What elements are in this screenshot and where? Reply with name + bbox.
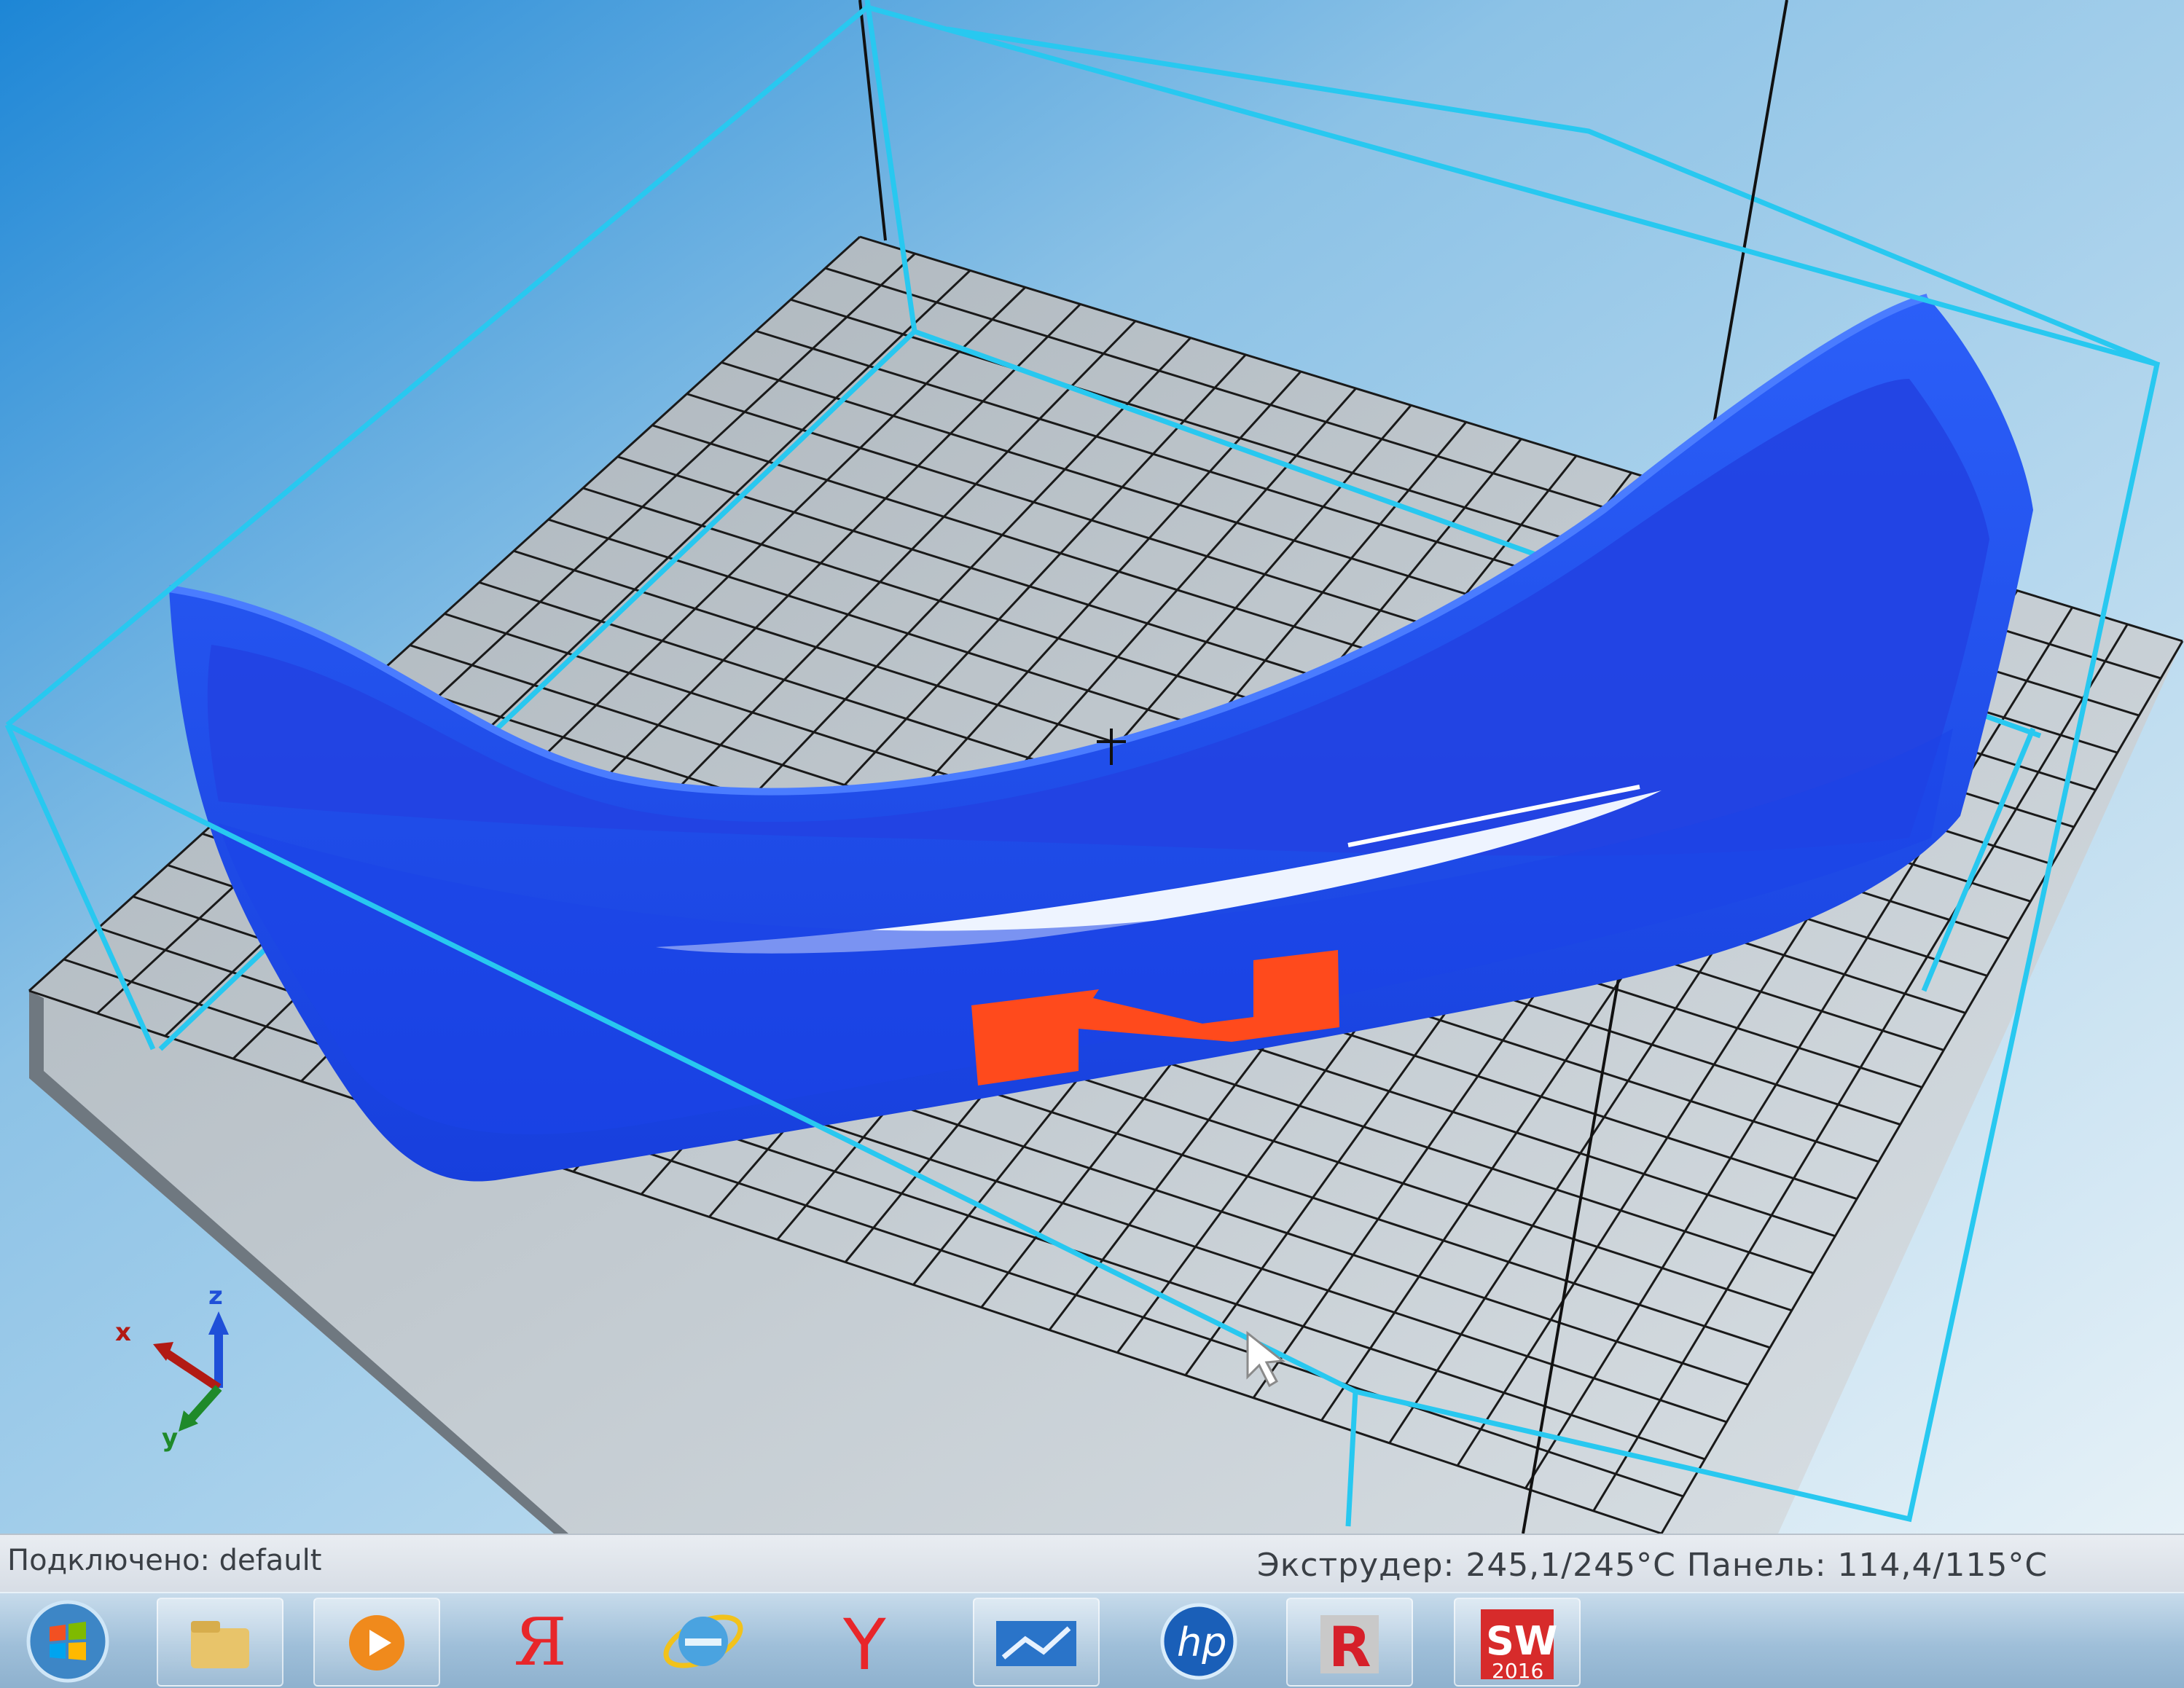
solidworks-icon[interactable]: SW 2016 bbox=[1454, 1598, 1581, 1687]
axis-label-x: x bbox=[115, 1318, 131, 1347]
status-bar: Подключено: default Экструдер: 245,1/245… bbox=[0, 1534, 2184, 1592]
media-player-icon[interactable] bbox=[313, 1598, 440, 1687]
3d-viewport[interactable]: z x y bbox=[0, 0, 2184, 1534]
taskbar: Я Y hp R SW 2016 bbox=[0, 1592, 2184, 1688]
svg-text:Я: Я bbox=[514, 1604, 567, 1681]
svg-text:2016: 2016 bbox=[1492, 1659, 1543, 1683]
connection-status: Подключено: default bbox=[7, 1544, 322, 1577]
temperature-status: Экструдер: 245,1/245°С Панель: 114,4/115… bbox=[1257, 1547, 2048, 1584]
axis-label-y: y bbox=[162, 1424, 178, 1453]
start-orb-icon[interactable] bbox=[13, 1598, 122, 1684]
internet-explorer-icon[interactable] bbox=[641, 1598, 765, 1684]
svg-text:hp: hp bbox=[1177, 1620, 1227, 1665]
axis-label-z: z bbox=[208, 1281, 223, 1311]
yandex-icon[interactable]: Я bbox=[470, 1598, 594, 1684]
svg-text:R: R bbox=[1328, 1614, 1371, 1679]
svg-text:Y: Y bbox=[842, 1604, 886, 1684]
svg-text:SW: SW bbox=[1486, 1618, 1557, 1664]
file-explorer-icon[interactable] bbox=[157, 1598, 283, 1687]
yandex-browser-icon[interactable]: Y bbox=[805, 1598, 929, 1684]
monitor-app-icon[interactable] bbox=[973, 1598, 1100, 1687]
revit-icon[interactable]: R bbox=[1286, 1598, 1413, 1687]
hp-icon[interactable]: hp bbox=[1137, 1598, 1261, 1684]
